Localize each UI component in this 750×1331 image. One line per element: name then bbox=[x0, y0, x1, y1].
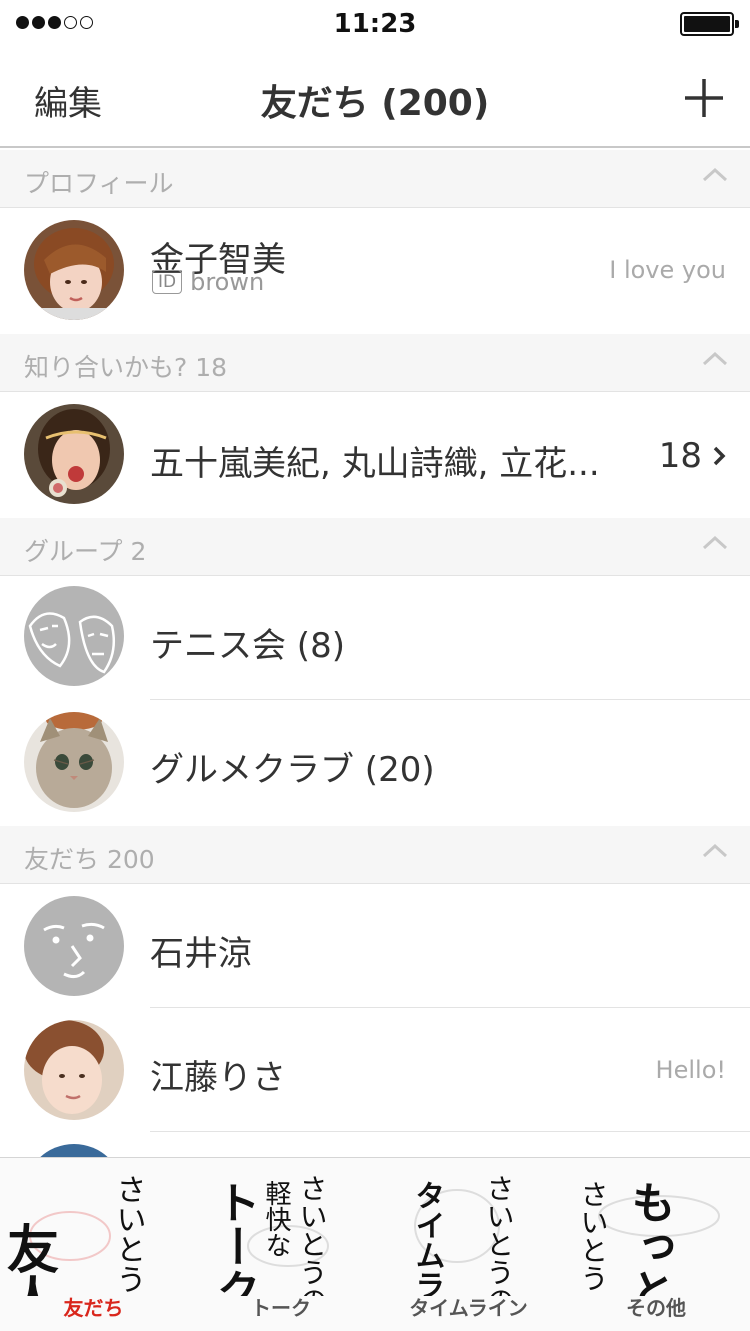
avatar bbox=[24, 220, 124, 320]
profile-id: ID brown bbox=[152, 268, 264, 296]
plus-icon bbox=[685, 79, 723, 117]
tab-timeline[interactable]: タイムライン さいとうの タイムライン bbox=[375, 1158, 563, 1331]
tab-talk[interactable]: トーク 軽快な さいとうの トーク bbox=[188, 1158, 376, 1331]
tab-art-subtext: さいとう bbox=[576, 1180, 609, 1292]
talk-tab-icon: トーク 軽快な さいとうの bbox=[208, 1174, 329, 1296]
timeline-tab-icon: タイムライン さいとうの bbox=[410, 1174, 516, 1296]
status-time: 11:23 bbox=[333, 9, 417, 39]
tab-art-text: 友人 bbox=[0, 1222, 59, 1296]
section-header-label: グループ 2 bbox=[24, 537, 147, 566]
group-avatar bbox=[24, 712, 124, 812]
status-bar: 11:23 bbox=[0, 0, 750, 48]
avatar bbox=[24, 896, 124, 996]
status-message: I love you bbox=[609, 256, 726, 284]
friends-tab-icon: 友人 さいとうの bbox=[0, 1174, 146, 1296]
my-profile-row[interactable]: 金子智美 ID brown I love you bbox=[0, 208, 750, 334]
battery-icon bbox=[680, 12, 739, 36]
group-row[interactable]: テニス会 (8) bbox=[0, 576, 750, 700]
tab-art-subtext: さいとうの bbox=[483, 1174, 516, 1296]
friend-row[interactable] bbox=[0, 1132, 750, 1157]
tab-art-subtext: さいとうの bbox=[111, 1174, 146, 1296]
tab-more[interactable]: もっと さいとう その他 bbox=[563, 1158, 750, 1331]
suggested-count: 18 bbox=[659, 436, 726, 476]
group-name: テニス会 (8) bbox=[150, 626, 345, 666]
section-header-groups[interactable]: グループ 2 bbox=[0, 518, 750, 576]
avatar bbox=[24, 404, 124, 504]
tab-art-text: もっと bbox=[623, 1180, 674, 1296]
section-header-friends[interactable]: 友だち 200 bbox=[0, 826, 750, 884]
tab-label: タイムライン bbox=[409, 1296, 528, 1320]
section-header-label: プロフィール bbox=[24, 169, 174, 198]
avatar bbox=[24, 1144, 124, 1157]
tab-art-subtext: さいとうの bbox=[295, 1174, 328, 1296]
section-header-suggested[interactable]: 知り合いかも? 18 bbox=[0, 334, 750, 392]
tab-label: その他 bbox=[626, 1296, 686, 1320]
suggested-count-value: 18 bbox=[658, 436, 702, 476]
chevron-up-icon bbox=[702, 535, 728, 550]
friend-row[interactable]: 石井涼 bbox=[0, 884, 750, 1008]
group-avatar bbox=[24, 586, 124, 686]
section-header-label: 知り合いかも? 18 bbox=[24, 353, 228, 382]
tab-friends[interactable]: 友人 さいとうの 友だち bbox=[0, 1158, 188, 1331]
friend-name: 石井涼 bbox=[150, 934, 252, 974]
profile-id-value: brown bbox=[190, 268, 265, 296]
group-name: グルメクラブ (20) bbox=[150, 750, 435, 790]
suggested-friends-names: 五十嵐美紀, 丸山詩織, 立花... bbox=[150, 444, 600, 484]
nav-bar: 編集 友だち (200) bbox=[0, 48, 750, 148]
status-message: Hello! bbox=[655, 1056, 726, 1084]
chevron-up-icon bbox=[702, 843, 728, 858]
tab-label: 友だち bbox=[63, 1296, 124, 1320]
tab-art-text: タイムライン bbox=[410, 1180, 445, 1296]
more-tab-icon: もっと さいとう bbox=[576, 1180, 720, 1296]
friend-name: 江藤りさ bbox=[150, 1058, 286, 1098]
group-row[interactable]: グルメクラブ (20) bbox=[0, 700, 750, 826]
tab-art-text: トーク bbox=[208, 1180, 259, 1296]
section-header-label: 友だち 200 bbox=[24, 845, 155, 874]
section-header-profile[interactable]: プロフィール bbox=[0, 150, 750, 208]
chevron-up-icon bbox=[702, 351, 728, 366]
id-badge: ID bbox=[152, 270, 183, 294]
tab-art-extra: 軽快な bbox=[261, 1180, 291, 1258]
page-title: 友だち (200) bbox=[260, 83, 490, 124]
avatar bbox=[24, 1020, 124, 1120]
chevron-up-icon bbox=[702, 167, 728, 182]
tab-bar: 友人 さいとうの 友だち トーク 軽快な さいとうの トーク タイムライン さい… bbox=[0, 1157, 750, 1331]
add-friend-button[interactable] bbox=[682, 76, 726, 120]
suggested-friends-row[interactable]: 五十嵐美紀, 丸山詩織, 立花... 18 bbox=[0, 392, 750, 518]
chevron-right-icon bbox=[713, 446, 726, 466]
friend-row[interactable]: 江藤りさ Hello! bbox=[0, 1008, 750, 1132]
tab-label: トーク bbox=[251, 1296, 311, 1320]
